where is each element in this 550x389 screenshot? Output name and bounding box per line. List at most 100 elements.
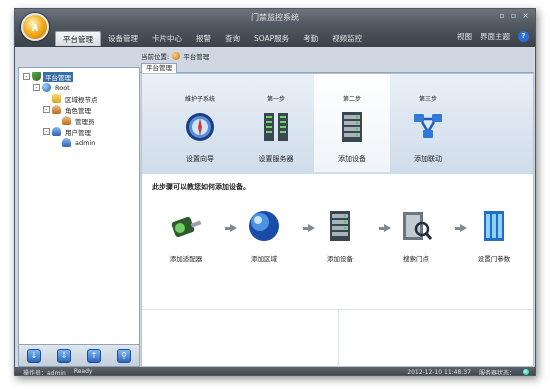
tree-node-label: 角色管理	[65, 106, 91, 115]
step-label: 添加联动	[414, 155, 442, 163]
window-controls: ▫ ▫ ×	[499, 11, 529, 20]
help-icon[interactable]: ?	[518, 31, 529, 42]
flow-label: 添加设备	[327, 255, 353, 263]
tree-node-root[interactable]: - Root	[21, 82, 137, 93]
menu-item-video[interactable]: 视频监控	[325, 31, 369, 46]
folder-icon	[52, 94, 61, 103]
menu-item-attendance[interactable]: 考勤	[296, 31, 325, 46]
tree-node-roles[interactable]: - 角色管理	[21, 104, 137, 115]
tree-toolbar: ↓ ⇩ ↑ ⚲	[18, 345, 140, 367]
door-search-icon	[399, 209, 433, 243]
upload-icon[interactable]: ↑	[87, 348, 101, 363]
minimize-icon[interactable]: ▫	[499, 11, 504, 20]
process-flow: 添加适配器 添加区域 添加设备 搜索门点 设置门参数	[142, 209, 533, 269]
collapse-icon[interactable]: -	[23, 73, 30, 80]
flow-add-device[interactable]: 添加设备	[310, 209, 370, 263]
rack-icon	[323, 209, 357, 243]
tree-node-label: 平台管理	[43, 71, 73, 82]
tab-bar: 平台管理	[139, 62, 534, 74]
flow-search-door[interactable]: 搜索门点	[386, 209, 446, 263]
step-server[interactable]: 第一步 设置服务器	[238, 74, 314, 172]
tree-node-admin-user[interactable]: admin	[21, 137, 137, 148]
step-title: 第三步	[418, 96, 437, 103]
flow-label: 添加区域	[251, 255, 277, 263]
step-title: 維护子系统	[184, 96, 215, 103]
step-add-device[interactable]: 第二步 添加设备	[314, 74, 390, 172]
users-icon	[52, 105, 61, 114]
location-icon	[172, 52, 181, 60]
server-status-icon	[523, 369, 529, 375]
flow-label: 搜索门点	[403, 255, 429, 263]
tree-node-label: 区域根节点	[65, 95, 98, 104]
menu-item-platform[interactable]: 平台管理	[55, 31, 101, 46]
step-label: 设置服务器	[258, 155, 294, 163]
collapse-icon[interactable]: -	[43, 128, 50, 135]
app-title: 门禁监控系统	[251, 13, 299, 22]
tree-panel: - 平台管理 - Root 区域根节点 - 角色管理 管理员 - 用户管理 ad…	[18, 67, 140, 345]
step-title: 第二步	[342, 96, 361, 103]
hint-text: 此步骤可以教您如何添加设备。	[152, 183, 250, 191]
flow-add-adapter[interactable]: 添加适配器	[156, 209, 216, 263]
breadcrumb-prefix: 当前位置:	[141, 53, 170, 61]
menu-bar: 平台管理 设备管理 卡片中心 报警 查询 SOAP服务 考勤 视频监控	[55, 29, 369, 46]
user-icon	[52, 127, 61, 136]
tree-node-label: admin	[75, 138, 96, 147]
tree-node-label: 用户管理	[65, 128, 91, 137]
datetime-text: 2012-12-10 11:48:37	[407, 368, 471, 376]
close-icon[interactable]: ×	[522, 11, 529, 20]
flow-label: 添加适配器	[169, 255, 203, 263]
menu-right: 视图 界面主题 ?	[457, 31, 529, 42]
ready-text: Ready	[73, 367, 93, 375]
import-icon[interactable]: ⇩	[57, 348, 71, 363]
restore-icon[interactable]: ▫	[511, 11, 516, 20]
breadcrumb-current: 平台管理	[183, 53, 210, 61]
tree-node-label: 管理员	[75, 117, 95, 126]
view-menu[interactable]: 视图	[457, 31, 472, 42]
menu-item-query[interactable]: 查询	[218, 31, 247, 46]
collapse-icon[interactable]: -	[33, 84, 40, 91]
server-icon	[260, 110, 292, 144]
operator-text: 操作员：admin	[23, 369, 66, 376]
globe-icon	[247, 209, 281, 243]
wizard-steps: 維护子系统 设置向导 第一步 设置服务器 第二步 添加设备 第三步 添加联动	[142, 74, 533, 174]
flow-add-area[interactable]: 添加区域	[234, 209, 294, 263]
users-icon	[62, 116, 71, 125]
search-icon[interactable]: ⚲	[117, 348, 131, 363]
menu-item-soap[interactable]: SOAP服务	[247, 31, 296, 46]
theme-menu[interactable]: 界面主题	[480, 31, 510, 42]
network-icon	[412, 110, 444, 144]
tree-node-area-root[interactable]: 区域根节点	[21, 93, 137, 104]
flow-door-settings[interactable]: 设置门参数	[464, 209, 524, 263]
menu-item-device[interactable]: 设备管理	[101, 31, 145, 46]
download-icon[interactable]: ↓	[27, 348, 41, 363]
empty-area	[142, 309, 533, 368]
breadcrumb: 当前位置: 平台管理	[139, 49, 534, 63]
step-title: 第一步	[266, 96, 285, 103]
flow-label: 设置门参数	[477, 255, 511, 263]
tree-node-users[interactable]: - 用户管理	[21, 126, 137, 137]
title-bar: ∧ 门禁监控系统 ▫ ▫ × 平台管理 设备管理 卡片中心 报警 查询 SOAP…	[15, 9, 535, 47]
adapter-icon	[169, 209, 203, 243]
tree-node-label: Root	[55, 83, 70, 92]
collapse-icon[interactable]: -	[43, 106, 50, 113]
nav-tree: - 平台管理 - Root 区域根节点 - 角色管理 管理员 - 用户管理 ad…	[19, 68, 139, 151]
menu-item-alarm[interactable]: 报警	[189, 31, 218, 46]
tree-node-admin-role[interactable]: 管理员	[21, 115, 137, 126]
server-status-label: 服务器状态：	[478, 369, 515, 376]
rack-icon	[336, 110, 368, 144]
main-window: ∧ 门禁监控系统 ▫ ▫ × 平台管理 设备管理 卡片中心 报警 查询 SOAP…	[14, 8, 536, 376]
shield-icon	[32, 72, 41, 81]
step-wizard[interactable]: 維护子系统 设置向导	[162, 74, 238, 172]
status-bar: 操作员：admin Ready 2012-12-10 11:48:37 服务器状…	[15, 367, 535, 376]
user-icon	[62, 138, 71, 147]
globe-icon	[42, 83, 51, 92]
step-linkage[interactable]: 第三步 添加联动	[390, 74, 466, 172]
door-settings-icon	[477, 209, 511, 243]
tree-node-platform[interactable]: - 平台管理	[21, 71, 137, 82]
step-label: 添加设备	[338, 155, 366, 163]
menu-item-card[interactable]: 卡片中心	[145, 31, 189, 46]
column-divider	[338, 310, 339, 368]
main-content: 維护子系统 设置向导 第一步 设置服务器 第二步 添加设备 第三步 添加联动 此…	[141, 73, 534, 368]
compass-icon	[184, 110, 216, 144]
step-label: 设置向导	[186, 155, 214, 163]
